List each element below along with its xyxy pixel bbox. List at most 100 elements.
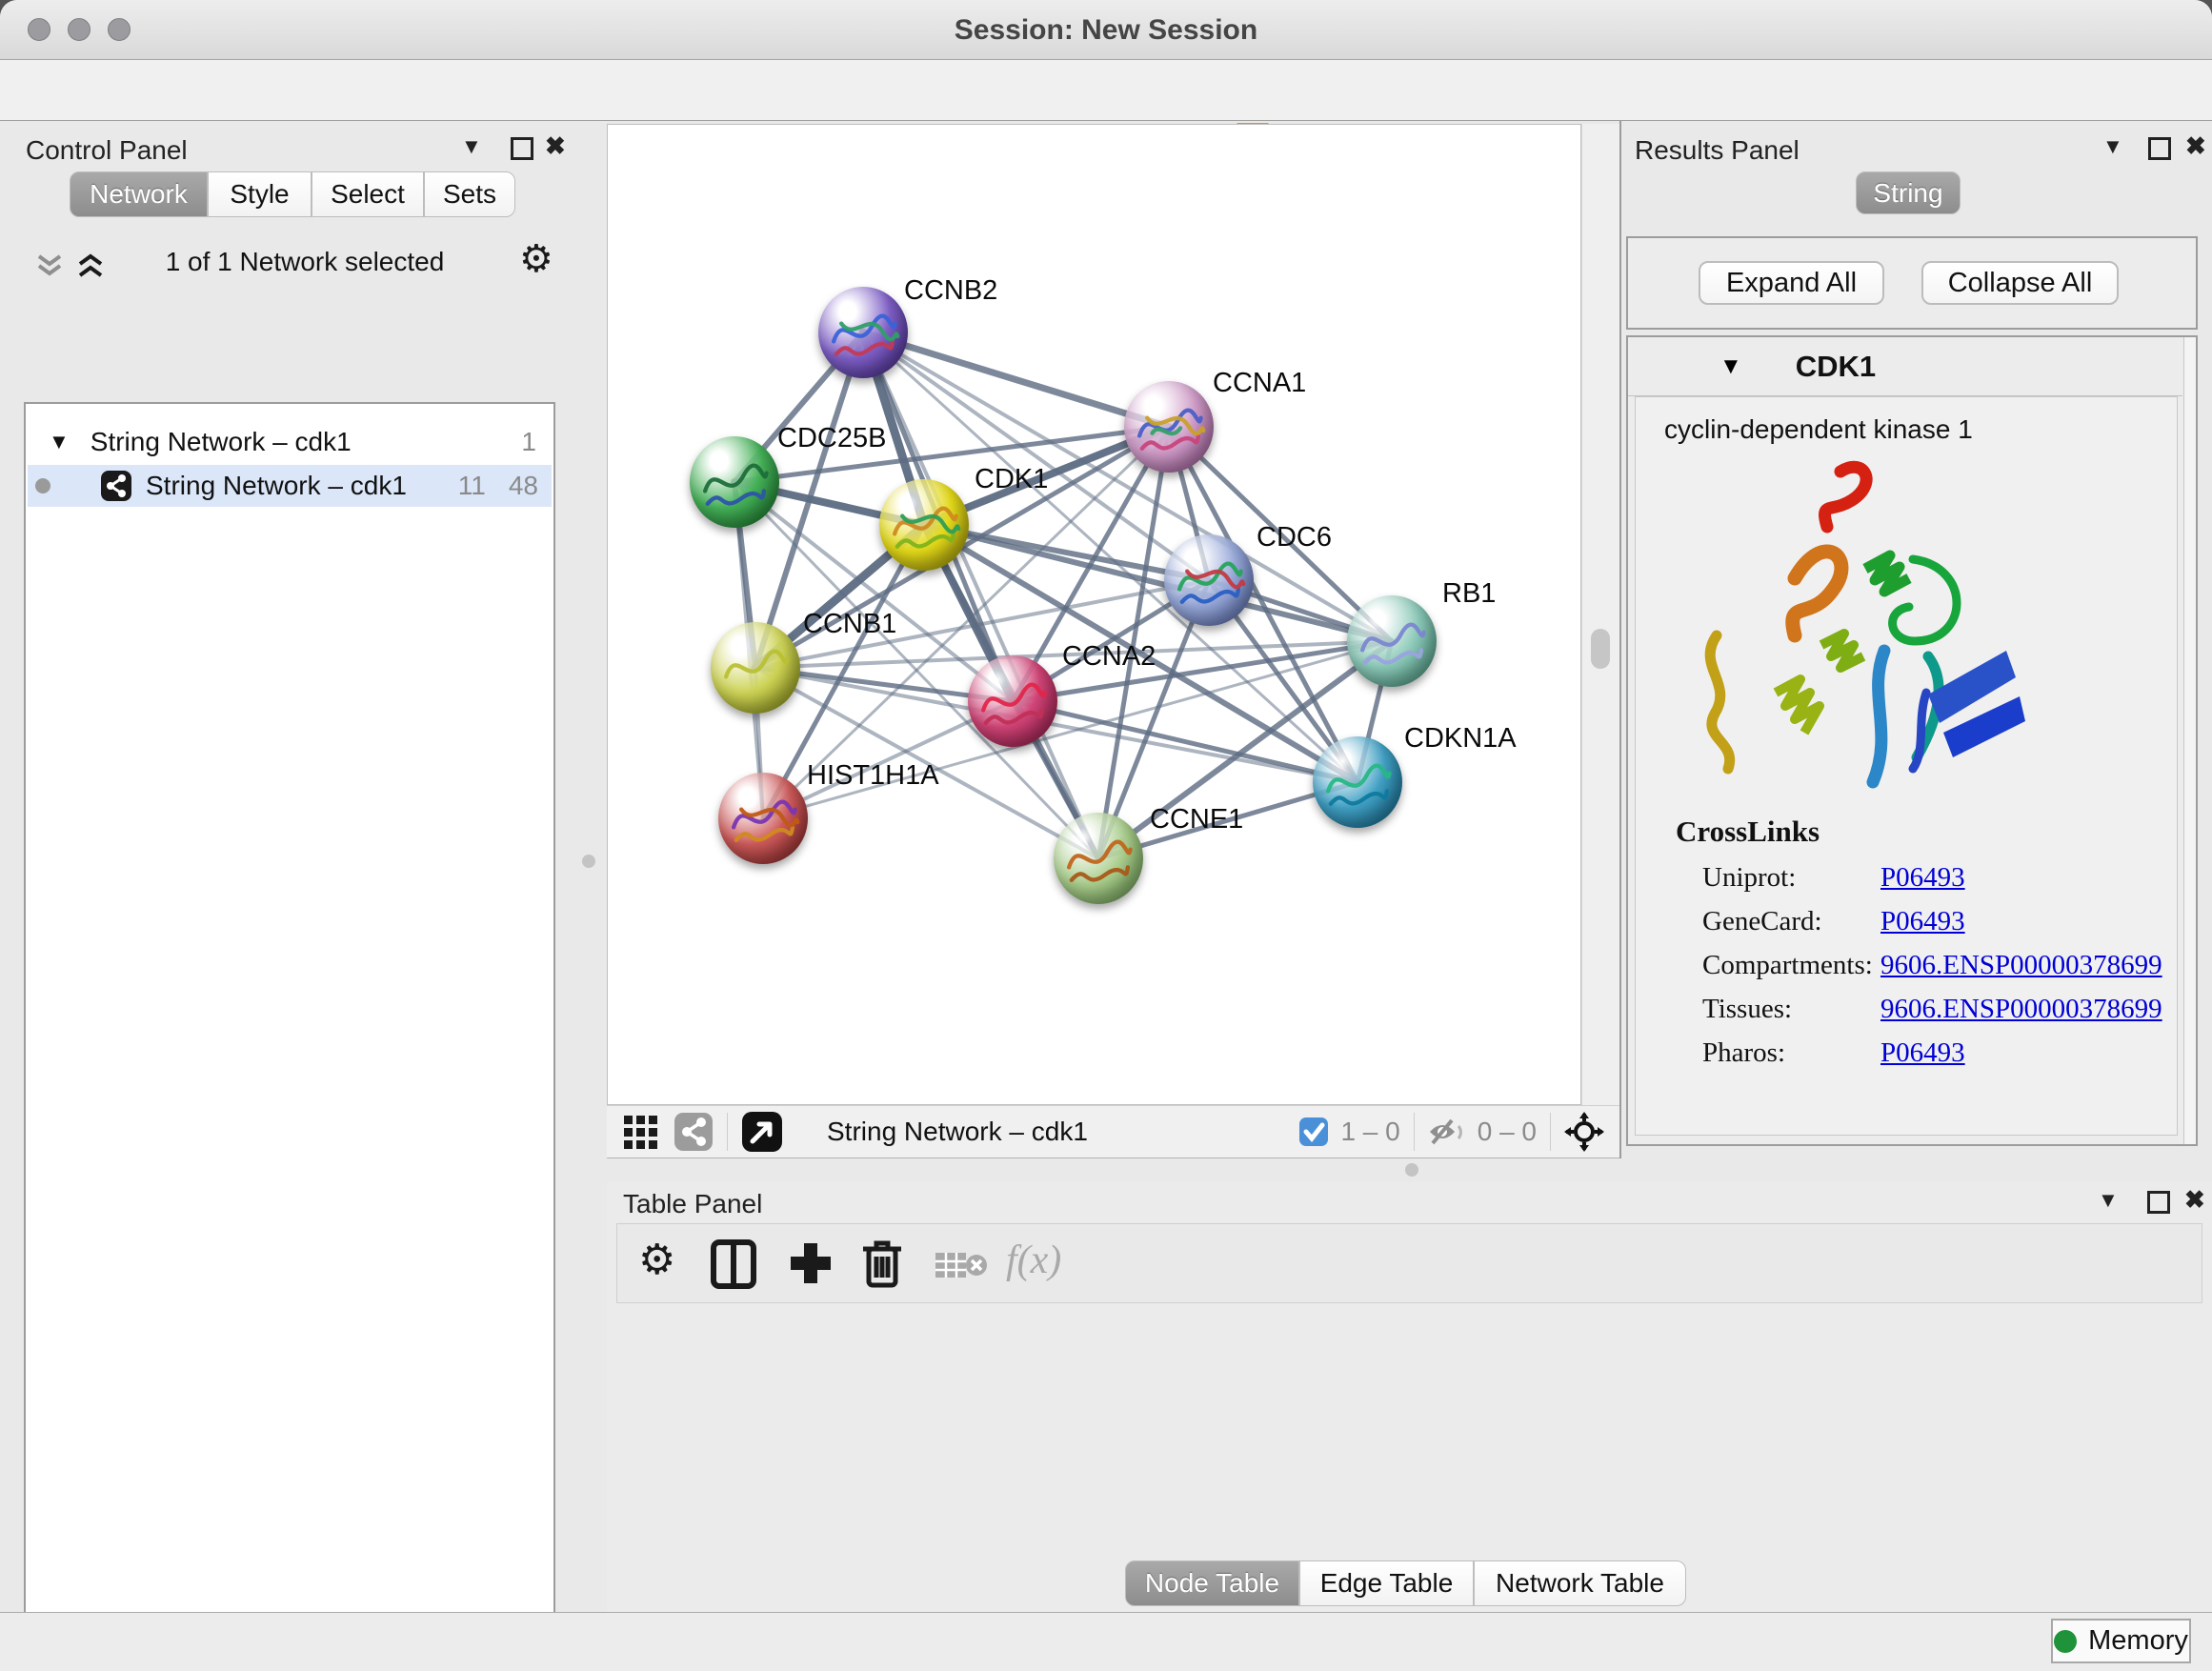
crosslinks-title: CrossLinks xyxy=(1676,815,1820,849)
vertical-splitter[interactable] xyxy=(572,121,607,1612)
protein-structure-thumbnail xyxy=(711,622,800,714)
node-hist1h1a[interactable] xyxy=(718,773,808,864)
protein-structure-thumbnail xyxy=(968,655,1057,747)
network-label: String Network – cdk1 xyxy=(146,471,407,501)
node-label-cdc6: CDC6 xyxy=(1257,522,1332,554)
traffic-light-close[interactable] xyxy=(28,18,50,41)
node-cdc25b[interactable] xyxy=(690,436,779,528)
node-cdkn1a[interactable] xyxy=(1313,736,1402,828)
collapse-all-icon[interactable] xyxy=(35,252,64,279)
hidden-count-badge: 0 – 0 xyxy=(1478,1117,1537,1147)
crosslink-link[interactable]: P06493 xyxy=(1880,862,1965,894)
node-label-cdkn1a: CDKN1A xyxy=(1404,723,1517,755)
canvas-scrollbar-thumb[interactable] xyxy=(1591,629,1610,669)
memory-button[interactable]: Memory xyxy=(2051,1619,2191,1663)
node-cdk1[interactable] xyxy=(879,479,969,571)
node-label-ccne1: CCNE1 xyxy=(1150,804,1243,836)
gear-icon[interactable]: ⚙ xyxy=(519,237,553,281)
tab-style[interactable]: Style xyxy=(208,171,312,217)
protein-structure-thumbnail xyxy=(1313,736,1402,828)
node-ccna2[interactable] xyxy=(968,655,1057,747)
panel-float-icon[interactable] xyxy=(2148,137,2171,160)
node-ccne1[interactable] xyxy=(1054,813,1143,904)
node-rb1[interactable] xyxy=(1347,595,1437,687)
window-title: Session: New Session xyxy=(0,0,2212,60)
tab-network[interactable]: Network xyxy=(70,171,208,217)
network-view-toolbar: String Network – cdk1 1 – 0 0 – 0 xyxy=(607,1105,1619,1158)
results-panel-title: Results Panel xyxy=(1635,135,1800,166)
delete-column-trash-icon[interactable] xyxy=(861,1238,903,1289)
network-thumbnail-icon[interactable] xyxy=(674,1112,714,1152)
show-columns-icon[interactable] xyxy=(711,1239,756,1289)
tab-node-table[interactable]: Node Table xyxy=(1125,1560,1299,1606)
network-canvas[interactable]: CCNB2CCNA1CDC25BCDK1CDC6RB1CCNB1CCNA2CDK… xyxy=(607,124,1581,1105)
traffic-light-minimize[interactable] xyxy=(68,18,90,41)
collection-count: 1 xyxy=(521,427,536,457)
node-label-cdc25b: CDC25B xyxy=(777,423,886,454)
protein-description: cyclin-dependent kinase 1 xyxy=(1664,414,1973,445)
selected-count-badge: 1 – 0 xyxy=(1340,1117,1399,1147)
panel-float-icon[interactable] xyxy=(511,137,533,160)
tab-select[interactable]: Select xyxy=(312,171,424,217)
node-cdc6[interactable] xyxy=(1164,534,1254,626)
results-panel: Results Panel ▼ ✖ String Expand All Coll… xyxy=(1619,121,2212,1158)
node-label-cdk1: CDK1 xyxy=(975,464,1048,495)
horizontal-splitter[interactable] xyxy=(607,1158,2212,1181)
node-label-rb1: RB1 xyxy=(1442,578,1496,610)
tree-expander-icon[interactable]: ▼ xyxy=(49,430,70,454)
crosslink-link[interactable]: 9606.ENSP00000378699 xyxy=(1880,994,2162,1025)
results-node-section: ▼ CDK1 cyclin-dependent kinase 1 xyxy=(1626,335,2198,1146)
results-actions-box: Expand All Collapse All xyxy=(1626,236,2198,330)
crosslink-link[interactable]: P06493 xyxy=(1880,906,1965,937)
tab-sets[interactable]: Sets xyxy=(424,171,515,217)
panel-close-icon[interactable]: ✖ xyxy=(545,131,566,161)
splitter-handle[interactable] xyxy=(1405,1163,1418,1177)
expand-all-icon[interactable] xyxy=(76,252,105,279)
collapse-all-button[interactable]: Collapse All xyxy=(1921,261,2119,305)
crosslink-row: GeneCard: xyxy=(1702,906,1822,937)
table-settings-gear-icon[interactable]: ⚙ xyxy=(638,1236,675,1284)
network-collection-row[interactable]: ▼ String Network – cdk1 1 xyxy=(28,421,552,463)
section-expander-icon[interactable]: ▼ xyxy=(1719,353,1742,380)
add-column-plus-icon[interactable] xyxy=(787,1239,835,1287)
expand-all-button[interactable]: Expand All xyxy=(1699,261,1884,305)
fit-content-crosshair-icon[interactable] xyxy=(1564,1112,1604,1152)
panel-close-icon[interactable]: ✖ xyxy=(2185,131,2206,161)
panel-float-icon[interactable] xyxy=(2147,1191,2170,1214)
network-view-title: String Network – cdk1 xyxy=(827,1117,1088,1147)
results-scrollbar[interactable] xyxy=(2183,337,2196,1144)
bar-separator xyxy=(1414,1113,1415,1151)
crosslink-row: Uniprot: xyxy=(1702,862,1796,894)
traffic-light-zoom[interactable] xyxy=(108,18,131,41)
status-bar: Memory xyxy=(0,1612,2212,1671)
memory-status-dot xyxy=(2054,1630,2077,1653)
crosslink-label: Pharos: xyxy=(1702,1037,1785,1068)
panel-close-icon[interactable]: ✖ xyxy=(2184,1185,2205,1215)
tab-edge-table[interactable]: Edge Table xyxy=(1299,1560,1474,1606)
crosslink-link[interactable]: 9606.ENSP00000378699 xyxy=(1880,950,2162,981)
network-row-selected[interactable]: String Network – cdk1 11 48 xyxy=(28,465,552,507)
protein-structure-thumbnail xyxy=(1347,595,1437,687)
splitter-handle[interactable] xyxy=(582,855,595,868)
panel-menu-icon[interactable]: ▼ xyxy=(2098,1188,2119,1213)
crosslink-row: Tissues: xyxy=(1702,994,1792,1025)
nodes-layer: CCNB2CCNA1CDC25BCDK1CDC6RB1CCNB1CCNA2CDK… xyxy=(608,125,1581,1105)
panel-menu-icon[interactable]: ▼ xyxy=(2102,134,2123,159)
node-section-header[interactable]: ▼ CDK1 xyxy=(1628,337,2182,396)
protein-structure-thumbnail xyxy=(1054,813,1143,904)
network-tree: ▼ String Network – cdk1 1 String Network… xyxy=(24,402,555,1671)
network-selection-status: 1 of 1 Network selected xyxy=(143,247,467,277)
node-ccnb1[interactable] xyxy=(711,622,800,714)
selected-checkbox-icon[interactable] xyxy=(1298,1117,1329,1147)
canvas-scrollbar[interactable] xyxy=(1581,124,1619,1105)
birdseye-toggle-icon[interactable] xyxy=(741,1111,783,1153)
bar-separator xyxy=(727,1113,728,1151)
node-label-ccna1: CCNA1 xyxy=(1213,368,1306,399)
panel-menu-icon[interactable]: ▼ xyxy=(461,134,482,159)
crosslink-link[interactable]: P06493 xyxy=(1880,1037,1965,1069)
node-ccna1[interactable] xyxy=(1124,381,1214,473)
tab-network-table[interactable]: Network Table xyxy=(1474,1560,1686,1606)
grid-view-icon[interactable] xyxy=(622,1114,660,1150)
node-ccnb2[interactable] xyxy=(818,287,908,378)
tab-string[interactable]: String xyxy=(1856,171,1961,214)
